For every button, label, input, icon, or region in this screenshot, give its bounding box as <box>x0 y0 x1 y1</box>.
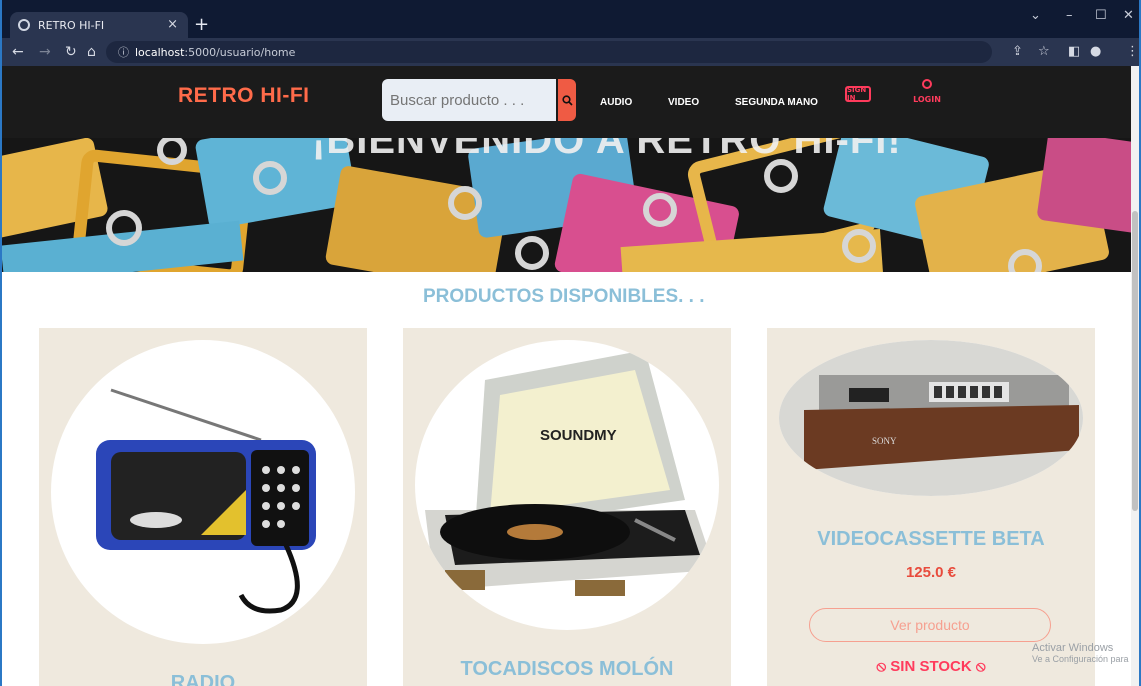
product-card[interactable]: SONY VIDEOCASSETTE BETA 125.0 € Ver prod… <box>767 328 1095 686</box>
browser-tab[interactable]: RETRO HI-FI × <box>10 12 188 38</box>
main-content: PRODUCTOS DISPONIBLES. . . RADIO SOUNDMY… <box>2 272 1139 686</box>
tab-title: RETRO HI-FI <box>38 18 105 32</box>
prohibited-icon: ⦸ <box>975 658 986 675</box>
browser-tabbar: RETRO HI-FI × + ⌄ – ☐ ✕ <box>2 0 1139 38</box>
info-icon: ⓘ <box>118 46 129 59</box>
maximize-icon[interactable]: ☐ <box>1095 8 1107 23</box>
signin-button[interactable]: SIGN IN <box>845 86 871 102</box>
nav-segunda-mano[interactable]: SEGUNDA MANO <box>735 97 818 108</box>
globe-icon <box>18 19 30 31</box>
app-window: RETRO HI-FI × + ⌄ – ☐ ✕ ← → ↻ ⌂ ⓘ localh… <box>0 0 1141 686</box>
site-header: RETRO HI-FI AUDIO VIDEO SEGUNDA MANO SIG… <box>2 66 1139 138</box>
reload-icon[interactable]: ↻ <box>65 44 77 60</box>
url-host: localhost <box>135 45 185 59</box>
site-logo[interactable]: RETRO HI-FI <box>178 84 310 108</box>
scrollbar-thumb[interactable] <box>1132 211 1138 511</box>
window-close-icon[interactable]: ✕ <box>1123 8 1134 23</box>
stock-label: SIN STOCK <box>890 658 972 675</box>
new-tab-button[interactable]: + <box>194 14 209 35</box>
vcr-icon: SONY <box>779 340 1083 496</box>
radio-icon <box>96 388 316 614</box>
nav-audio[interactable]: AUDIO <box>600 97 632 108</box>
share-icon[interactable]: ⇪ <box>1012 44 1023 59</box>
login-label: LOGIN <box>913 95 941 104</box>
section-title: PRODUCTOS DISPONIBLES. . . <box>423 286 705 307</box>
user-icon <box>922 79 932 89</box>
product-name: RADIO <box>170 672 236 686</box>
product-name: TOCADISCOS MOLÓN <box>460 658 674 680</box>
search-input[interactable] <box>382 79 556 121</box>
search-button[interactable] <box>558 79 576 121</box>
sidepanel-icon[interactable]: ◧ <box>1068 44 1080 59</box>
windows-activation-watermark: Activar Windows Ve a Configuración para <box>1032 642 1129 664</box>
minimize-icon[interactable]: – <box>1066 8 1073 23</box>
page-scrollbar[interactable] <box>1131 66 1139 686</box>
profile-avatar-icon[interactable]: ● <box>1090 44 1101 59</box>
product-name: VIDEOCASSETTE BETA <box>817 528 1045 550</box>
signin-label: SIGN IN <box>847 86 867 102</box>
turntable-icon: SOUNDMY <box>425 350 715 596</box>
forward-icon[interactable]: → <box>39 44 51 60</box>
chevron-down-icon[interactable]: ⌄ <box>1030 8 1041 23</box>
hero-banner: ¡BIENVENIDO A RETRO HI-FI! <box>2 138 1139 272</box>
banner-title: ¡BIENVENIDO A RETRO HI-FI! <box>312 138 902 162</box>
browser-toolbar: ← → ↻ ⌂ ⓘ localhost :5000/usuario/home ⇪… <box>2 38 1139 66</box>
home-icon[interactable]: ⌂ <box>87 44 96 60</box>
address-bar[interactable]: ⓘ localhost :5000/usuario/home <box>106 41 992 63</box>
product-card[interactable]: SOUNDMY TOCADISCOS MOLÓN <box>403 328 731 686</box>
sony-logo: SONY <box>872 436 897 446</box>
url-path: :5000/usuario/home <box>184 45 296 59</box>
watermark-subtitle: Ve a Configuración para <box>1032 654 1129 664</box>
back-icon[interactable]: ← <box>12 44 24 60</box>
prohibited-icon: ⦸ <box>876 658 887 675</box>
menu-kebab-icon[interactable]: ⋮ <box>1126 44 1139 59</box>
vcr-image[interactable]: SONY <box>779 340 1083 496</box>
product-card[interactable]: RADIO <box>39 328 367 686</box>
login-button[interactable]: LOGIN <box>910 79 944 113</box>
watermark-title: Activar Windows <box>1032 642 1114 654</box>
bookmark-star-icon[interactable]: ☆ <box>1038 44 1050 59</box>
search-icon <box>561 94 573 106</box>
product-price: 125.0 € <box>905 564 957 581</box>
close-tab-icon[interactable]: × <box>167 17 178 32</box>
brand-on-image: SOUNDMY <box>540 427 617 444</box>
view-product-button[interactable]: Ver producto <box>809 608 1051 642</box>
radio-image[interactable] <box>51 340 355 644</box>
nav-video[interactable]: VIDEO <box>668 97 699 108</box>
turntable-image[interactable]: SOUNDMY <box>415 340 719 630</box>
